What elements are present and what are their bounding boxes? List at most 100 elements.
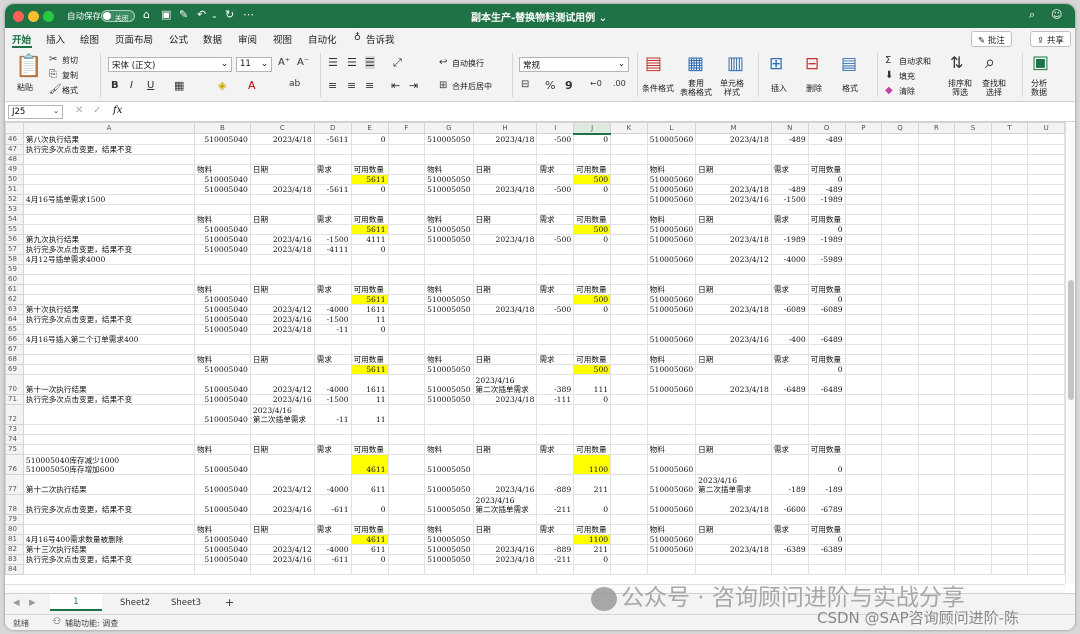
paste-button[interactable]: 粘贴 — [17, 82, 33, 93]
cell[interactable] — [1027, 433, 1065, 445]
cell[interactable] — [917, 163, 956, 175]
find-select-icon[interactable]: ⌕ — [985, 52, 995, 73]
cell[interactable] — [695, 393, 772, 405]
cell[interactable] — [954, 203, 992, 215]
cell[interactable] — [646, 263, 697, 275]
column-header[interactable]: B — [194, 122, 251, 134]
cell[interactable] — [194, 343, 251, 355]
cell[interactable] — [646, 243, 697, 255]
cell[interactable] — [387, 253, 426, 265]
cell[interactable]: 2023/4/16 第二次插单需求 — [472, 493, 538, 515]
cell[interactable] — [646, 273, 697, 285]
row-header[interactable]: 56 — [5, 233, 24, 245]
cell[interactable]: 0 — [573, 303, 612, 315]
cell[interactable]: 日期 — [472, 523, 538, 535]
row-header[interactable]: 53 — [5, 203, 24, 215]
cell[interactable]: 510005060 — [646, 233, 697, 245]
number-format-select[interactable]: 常规 ⌄ — [519, 57, 629, 72]
cell[interactable] — [1027, 333, 1065, 345]
cell[interactable]: 2023/4/18 — [472, 233, 538, 245]
orientation-icon[interactable]: ⤢ — [393, 56, 402, 70]
row-header[interactable]: 46 — [5, 133, 24, 145]
cell[interactable] — [844, 253, 883, 265]
cell[interactable] — [610, 473, 648, 495]
row-header[interactable]: 57 — [5, 243, 24, 255]
cell[interactable]: 510005050 — [424, 173, 474, 185]
cell[interactable] — [770, 533, 809, 545]
worksheet-grid[interactable]: ABCDEFGHIJKLMNOPQRSTU 46 第八次执行结果 510005040… — [5, 122, 1065, 584]
cell[interactable] — [954, 303, 992, 315]
cell[interactable]: -6389 — [807, 543, 846, 555]
cell[interactable]: 需求 — [536, 523, 575, 535]
cell[interactable] — [695, 143, 772, 155]
cell[interactable] — [881, 473, 919, 495]
row-header[interactable]: 68 — [5, 353, 24, 365]
column-header[interactable]: J — [573, 122, 612, 135]
cell[interactable]: -489 — [770, 133, 809, 145]
cell[interactable] — [695, 453, 772, 475]
cell[interactable] — [844, 153, 883, 165]
cell[interactable]: 执行完多次点击变更，结果不变 — [22, 553, 196, 565]
cell-styles-icon[interactable]: ▥ — [727, 53, 744, 74]
cell[interactable] — [1027, 133, 1065, 145]
cell[interactable] — [610, 363, 648, 375]
cell[interactable] — [313, 143, 352, 155]
cell[interactable] — [881, 223, 919, 235]
cell[interactable]: -489 — [807, 133, 846, 145]
cell[interactable] — [881, 173, 919, 185]
cell[interactable] — [249, 263, 315, 275]
column-header[interactable]: A — [22, 122, 196, 134]
row-header[interactable]: 62 — [5, 293, 24, 305]
cell[interactable] — [424, 273, 474, 285]
cell[interactable]: 物料 — [194, 523, 251, 535]
cell[interactable] — [917, 213, 956, 225]
align-left-icon[interactable]: ≡ — [328, 79, 337, 92]
cell[interactable]: 2023/4/18 — [472, 553, 538, 565]
autosave-toggle[interactable]: 关闭 — [101, 10, 135, 22]
cell[interactable] — [472, 223, 538, 235]
cell[interactable] — [990, 253, 1029, 265]
cell[interactable] — [844, 453, 883, 475]
cell[interactable] — [610, 553, 648, 565]
cell[interactable] — [917, 233, 956, 245]
cell[interactable] — [387, 223, 426, 235]
align-middle-icon[interactable]: ☰ — [347, 56, 357, 69]
cell[interactable] — [881, 393, 919, 405]
cell[interactable] — [954, 213, 992, 225]
cell[interactable] — [917, 223, 956, 235]
cell[interactable] — [844, 283, 883, 295]
cell[interactable] — [249, 143, 315, 155]
cell[interactable] — [22, 323, 196, 335]
cell[interactable] — [695, 363, 772, 375]
cell[interactable] — [1027, 153, 1065, 165]
cell[interactable] — [770, 143, 809, 155]
cell[interactable]: 510005050 — [424, 533, 474, 545]
vertical-scrollbar[interactable] — [1065, 122, 1075, 584]
row-header[interactable]: 77 — [5, 473, 24, 495]
cell[interactable] — [610, 273, 648, 285]
cell[interactable]: -611 — [313, 553, 352, 565]
cell[interactable]: 可用数量 — [807, 353, 846, 365]
cell[interactable] — [573, 193, 612, 205]
cell[interactable] — [387, 393, 426, 405]
cell[interactable] — [807, 343, 846, 355]
cell[interactable] — [954, 293, 992, 305]
next-sheet-icon[interactable]: ▶ — [29, 598, 36, 608]
cell[interactable] — [1027, 213, 1065, 225]
cell[interactable] — [917, 563, 956, 575]
cell[interactable] — [954, 253, 992, 265]
cell[interactable] — [387, 473, 426, 495]
cell[interactable]: 需求 — [536, 163, 575, 175]
cell[interactable]: 可用数量 — [573, 353, 612, 365]
cell[interactable]: 5611 — [350, 173, 389, 185]
cell[interactable] — [954, 243, 992, 255]
cell[interactable]: 510005060 — [646, 493, 697, 515]
cell[interactable] — [1027, 223, 1065, 235]
cell[interactable] — [22, 293, 196, 305]
cell[interactable] — [1027, 183, 1065, 195]
cell[interactable] — [844, 523, 883, 535]
cell[interactable] — [770, 403, 809, 425]
cell[interactable]: 510005050 — [424, 363, 474, 375]
cell[interactable]: 可用数量 — [573, 163, 612, 175]
cell[interactable] — [472, 333, 538, 345]
